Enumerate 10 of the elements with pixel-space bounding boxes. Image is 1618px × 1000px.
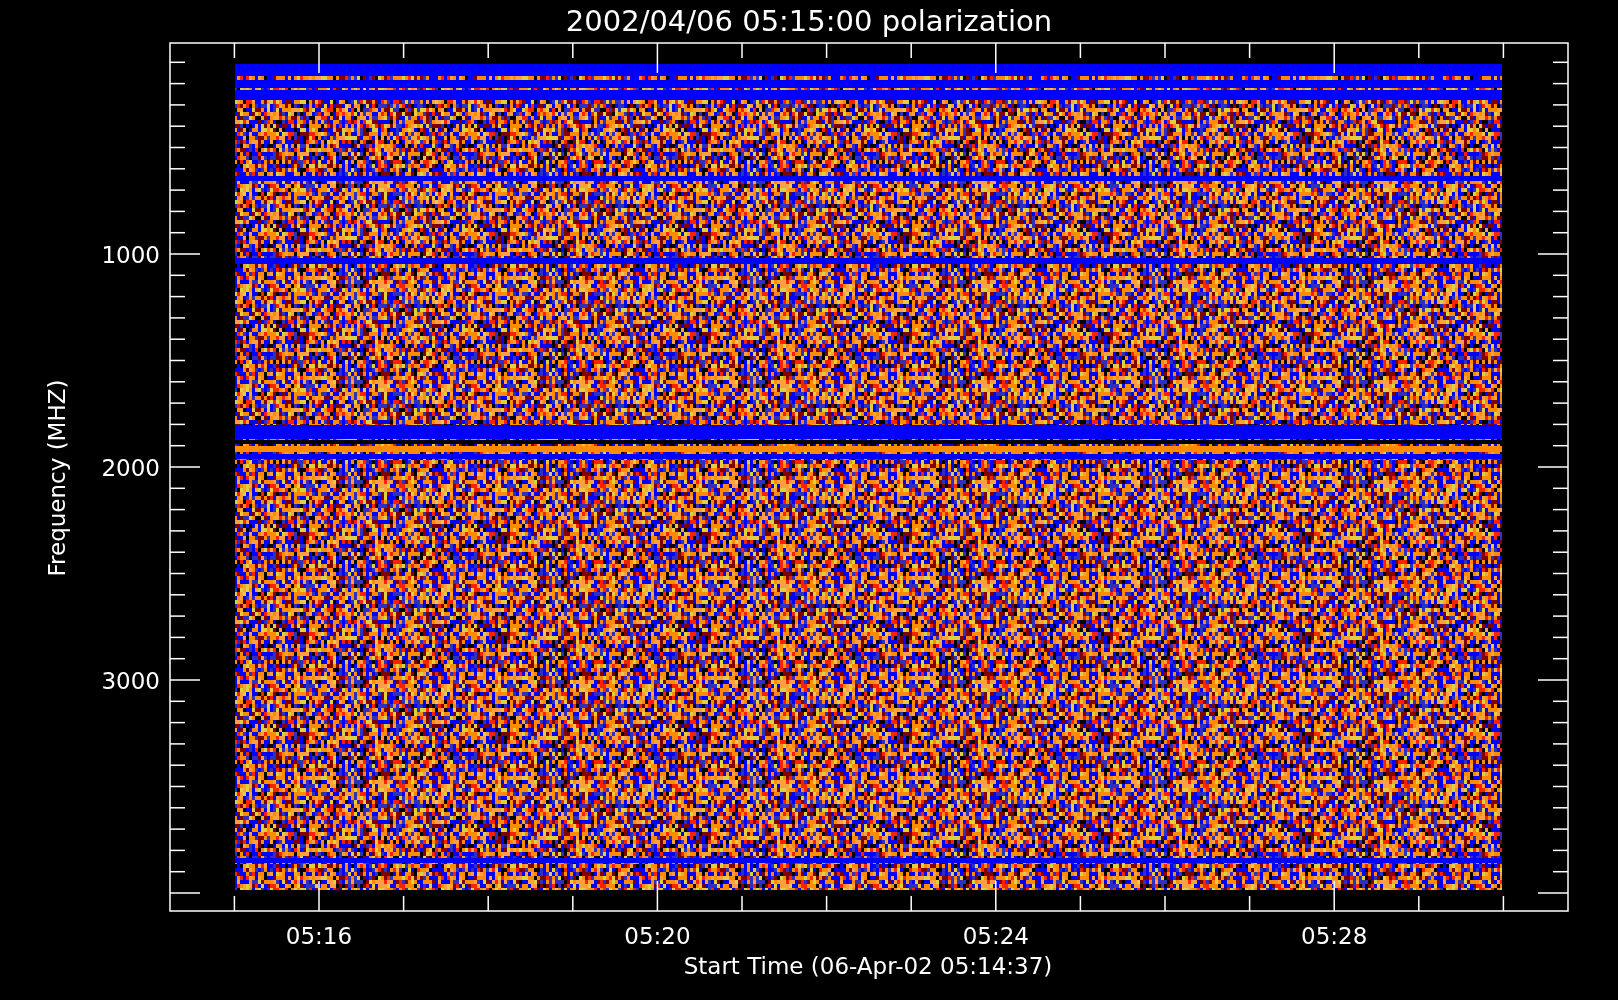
y-tick-label: 1000 [101, 242, 160, 268]
x-tick-label: 05:16 [285, 923, 353, 949]
x-tick-label: 05:24 [962, 923, 1029, 949]
x-tick-label: 05:20 [624, 923, 691, 949]
x-tick-label: 05:28 [1301, 923, 1368, 949]
y-tick-label: 3000 [101, 668, 160, 694]
chart-title: 2002/04/06 05:15:00 polarization [565, 4, 1053, 38]
y-axis-label: Frequency (MHZ) [44, 379, 70, 577]
y-tick-label: 2000 [101, 455, 160, 481]
x-axis-label: Start Time (06-Apr-02 05:14:37) [683, 953, 1053, 979]
